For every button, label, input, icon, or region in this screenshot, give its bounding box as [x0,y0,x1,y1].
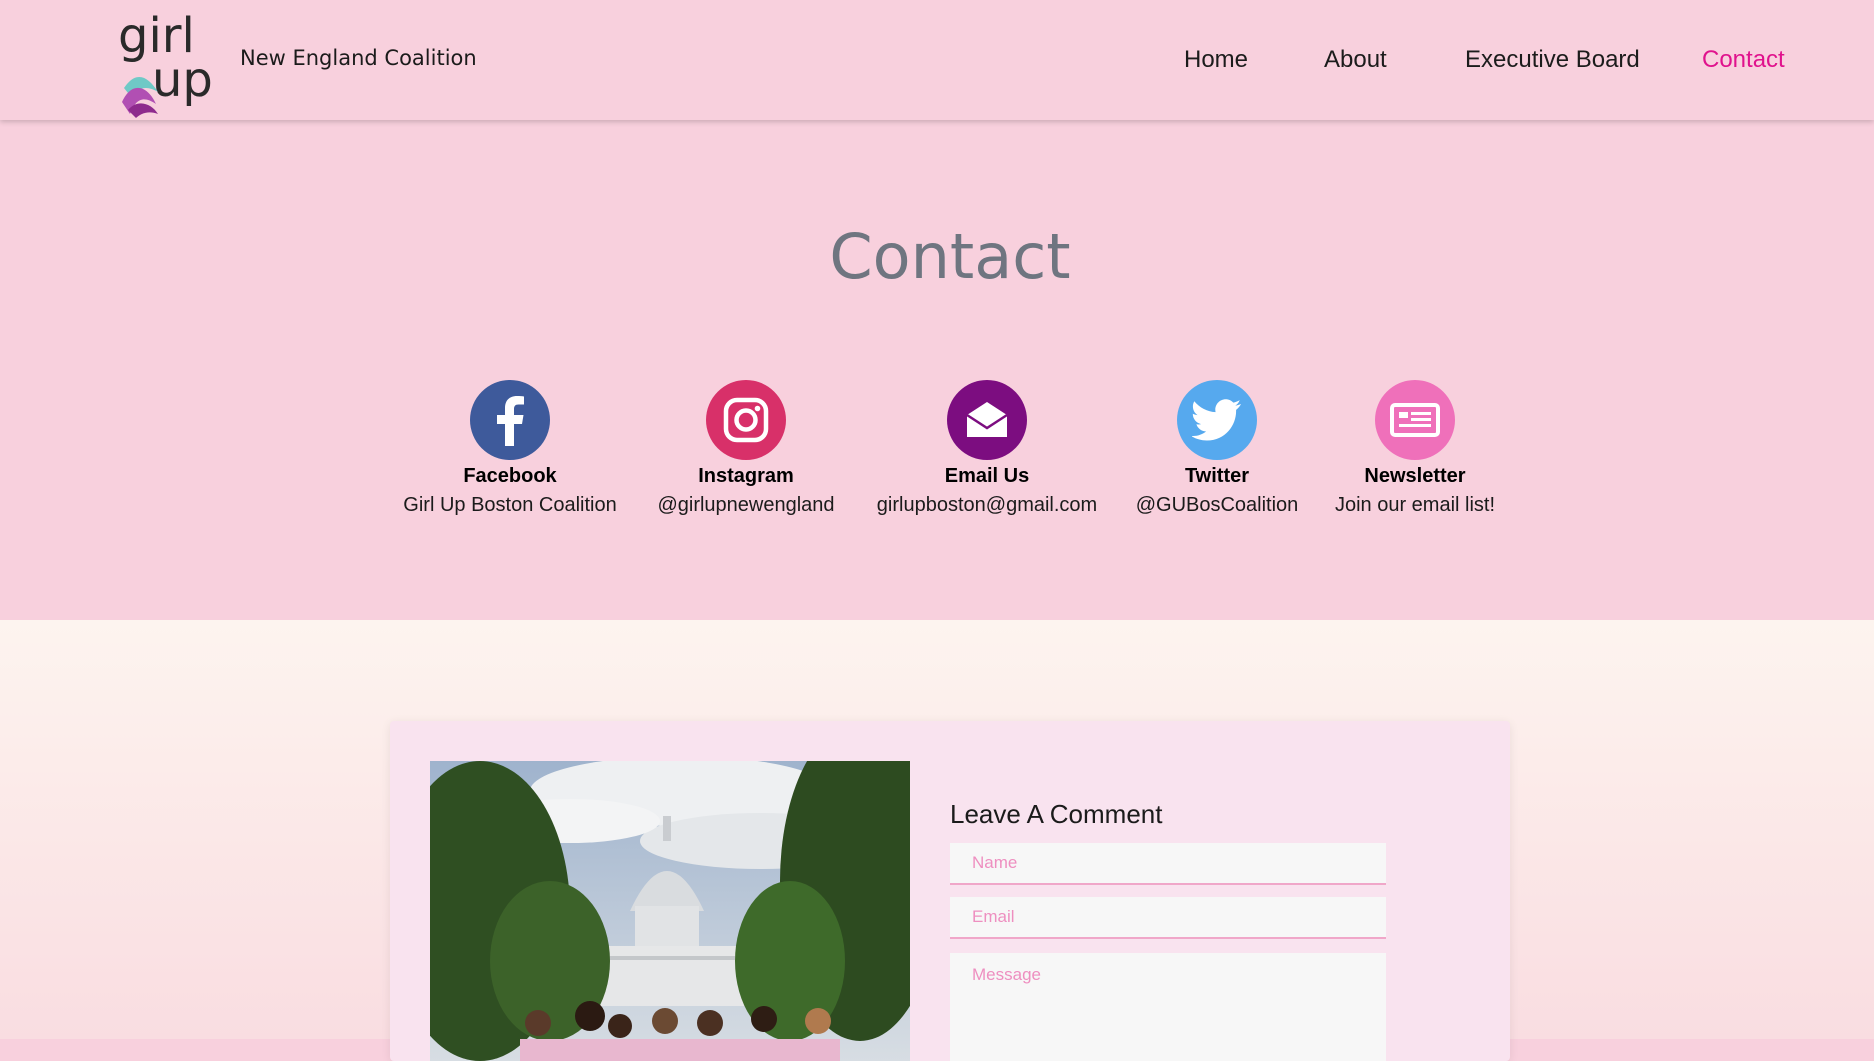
comment-form-title: Leave A Comment [950,799,1163,829]
instagram-icon [706,380,786,460]
capitol-group-photo [430,761,910,1061]
contact-value: @girlupnewengland [657,494,835,516]
facebook-icon [470,380,550,460]
contact-label: Facebook [463,465,557,487]
page-title: Contact [829,220,1071,293]
nav-contact[interactable]: Contact [1702,46,1785,74]
contact-value: Girl Up Boston Coalition [403,494,617,516]
site-header: girl up New England Coalition Home About… [0,0,1874,120]
nav-home[interactable]: Home [1184,46,1248,74]
contact-instagram[interactable]: Instagram @girlupnewengland [616,380,876,517]
contact-label: Email Us [944,465,1030,487]
main-nav: Home About Executive Board Contact [0,46,1874,78]
contact-value: Join our email list! [1334,494,1496,516]
email-input[interactable] [950,897,1386,939]
envelope-icon [947,380,1027,460]
contact-value: girlupboston@gmail.com [876,494,1098,516]
newspaper-icon [1375,380,1455,460]
name-input[interactable] [950,843,1386,885]
nav-about[interactable]: About [1324,46,1387,74]
comment-card: Leave A Comment [390,721,1510,1061]
contact-facebook[interactable]: Facebook Girl Up Boston Coalition [380,380,640,517]
contact-label: Newsletter [1364,465,1466,487]
contact-email[interactable]: Email Us girlupboston@gmail.com [857,380,1117,517]
twitter-icon [1177,380,1257,460]
nav-executive-board[interactable]: Executive Board [1465,46,1640,74]
comment-section: Leave A Comment [0,620,1874,1061]
contact-newsletter[interactable]: Newsletter Join our email list! [1285,380,1545,517]
contact-section: Contact Facebook Girl Up Boston Coalitio… [0,120,1874,620]
message-textarea[interactable] [950,953,1386,1061]
contact-label: Instagram [698,465,794,487]
